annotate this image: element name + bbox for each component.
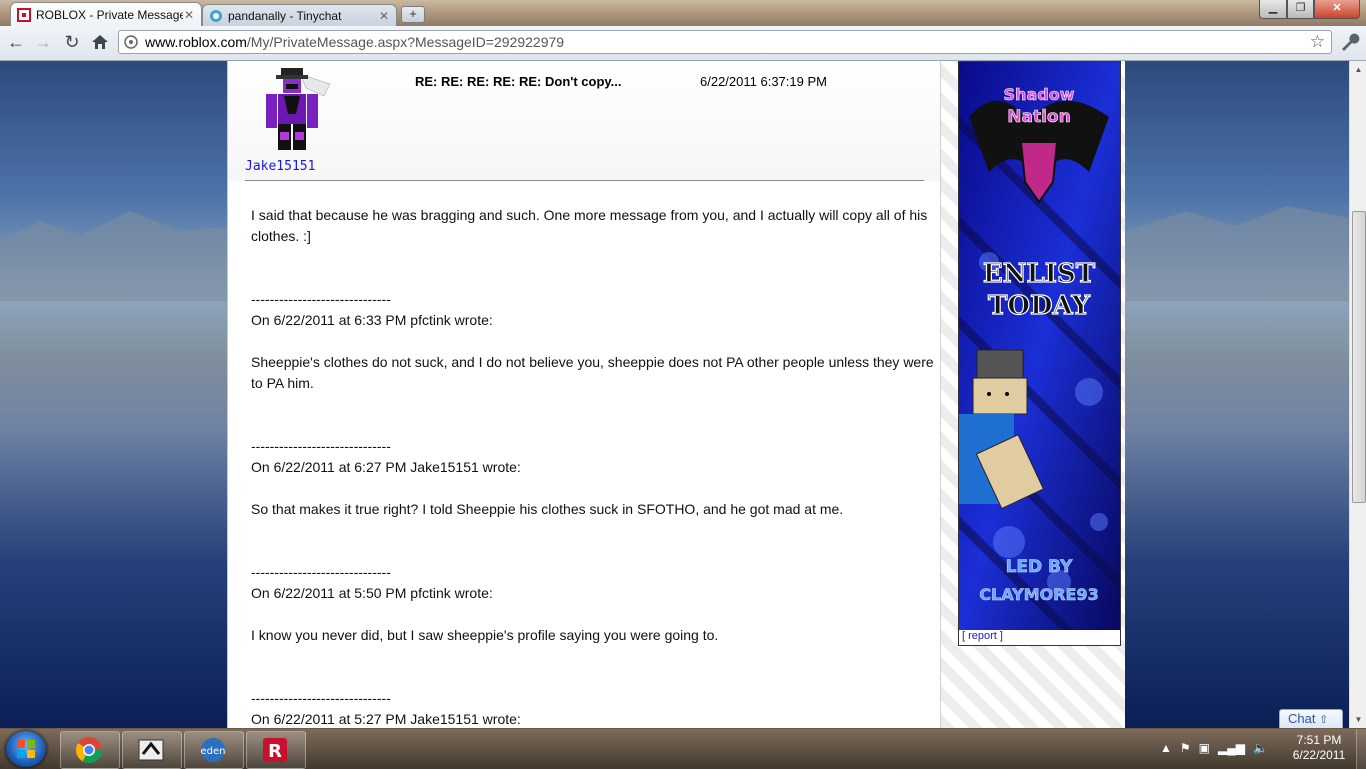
right-sidebar: Shadow Nation ENLIST TODAY LED BY CLAYMO… <box>940 61 1125 728</box>
taskbar-clock[interactable]: 7:51 PM 6/22/2011 <box>1284 733 1354 763</box>
advertisement-banner[interactable]: Shadow Nation ENLIST TODAY LED BY CLAYMO… <box>958 61 1121 646</box>
windows-taskbar: eden R ▲ ⚑ ▣ ▂▄▆ 🔈 7:51 PM 6/22/2011 <box>0 728 1366 769</box>
back-icon[interactable]: ← <box>5 31 27 53</box>
clock-date: 6/22/2011 <box>1292 748 1346 762</box>
background-mountains-left <box>0 211 240 301</box>
tab-tinychat[interactable]: pandanally - Tinychat ✕ <box>202 4 397 26</box>
close-window-button[interactable]: ✕ <box>1314 0 1360 19</box>
device-icon[interactable]: ▣ <box>1199 741 1210 757</box>
taskbar-eden[interactable]: eden <box>184 731 244 769</box>
quote-attribution: On 6/22/2011 at 6:27 PM Jake15151 wrote: <box>251 459 521 475</box>
minimize-button[interactable]: ▁ <box>1259 0 1287 19</box>
show-hidden-icons-icon[interactable]: ▲ <box>1160 741 1172 757</box>
chat-label: Chat <box>1288 711 1316 726</box>
quote-separator: ------------------------------ <box>251 564 391 580</box>
quote-attribution: On 6/22/2011 at 5:27 PM Jake15151 wrote: <box>251 711 521 727</box>
roblox-favicon-icon <box>17 7 31 22</box>
address-bar[interactable]: www.roblox.com/My/PrivateMessage.aspx?Me… <box>118 30 1332 54</box>
tab-close-icon[interactable]: ✕ <box>378 9 390 23</box>
show-desktop-button[interactable] <box>1356 729 1366 769</box>
ad-text-nation: Nation <box>1007 107 1070 127</box>
page-viewport: Jake15151 RE: RE: RE: RE: RE: Don't copy… <box>0 61 1349 728</box>
maximize-button[interactable]: ❐ <box>1287 0 1314 19</box>
message-date: 6/22/2011 6:37:19 PM <box>700 74 827 89</box>
tab-title: ROBLOX - Private Message <box>36 7 183 22</box>
taskbar-roblox[interactable]: R <box>246 731 306 769</box>
body-paragraph: I know you never did, but I saw sheeppie… <box>251 627 719 643</box>
chat-button[interactable]: Chat ⇧ <box>1279 709 1343 728</box>
system-tray: ▲ ⚑ ▣ ▂▄▆ 🔈 <box>1160 741 1268 757</box>
windows-logo-icon <box>17 740 35 758</box>
quote-attribution: On 6/22/2011 at 5:50 PM pfctink wrote: <box>251 585 493 601</box>
sender-link[interactable]: Jake15151 <box>245 159 315 174</box>
browser-toolbar: ← → ↻ www.roblox.com/My/PrivateMessage.a… <box>0 26 1366 61</box>
report-ad-link[interactable]: [ report ] <box>962 630 1003 642</box>
svg-text:R: R <box>268 741 282 762</box>
ad-text-today: TODAY <box>988 291 1090 321</box>
scroll-up-icon[interactable]: ▲ <box>1350 61 1366 78</box>
chrome-icon <box>75 737 103 764</box>
network-signal-icon[interactable]: ▂▄▆ <box>1218 741 1245 757</box>
ad-text-claymore: CLAYMORE93 <box>979 585 1098 604</box>
ad-text-enlist: ENLIST <box>983 259 1096 289</box>
quote-separator: ------------------------------ <box>251 291 391 307</box>
ad-text-shadow: Shadow <box>1004 85 1075 104</box>
header-divider <box>245 180 924 181</box>
body-paragraph: I said that because he was bragging and … <box>251 207 928 244</box>
clock-time: 7:51 PM <box>1296 733 1342 747</box>
bookmark-star-icon[interactable]: ☆ <box>1310 32 1325 52</box>
app-icon <box>138 739 164 761</box>
sender-avatar[interactable] <box>266 66 332 152</box>
body-paragraph: Sheeppie's clothes do not suck, and I do… <box>251 354 934 391</box>
chat-expand-icon: ⇧ <box>1319 714 1329 726</box>
quote-separator: ------------------------------ <box>251 438 391 454</box>
window-controls: ▁ ❐ ✕ <box>1259 0 1360 19</box>
eden-icon: eden <box>201 738 226 762</box>
start-button[interactable] <box>6 731 46 767</box>
svg-text:eden: eden <box>201 746 226 757</box>
tab-close-icon[interactable]: ✕ <box>183 8 195 22</box>
scroll-down-icon[interactable]: ▼ <box>1350 711 1366 728</box>
message-subject: RE: RE: RE: RE: RE: Don't copy... <box>415 74 622 89</box>
quote-separator: ------------------------------ <box>251 690 391 706</box>
action-center-flag-icon[interactable]: ⚑ <box>1180 741 1191 757</box>
wrench-menu-icon[interactable] <box>1338 31 1360 53</box>
scroll-thumb[interactable] <box>1352 211 1366 503</box>
tinychat-favicon-icon <box>210 9 222 22</box>
volume-icon[interactable]: 🔈 <box>1253 741 1268 757</box>
home-icon[interactable] <box>89 31 111 53</box>
background-mountains-right <box>1126 206 1349 301</box>
tab-roblox-private-message[interactable]: ROBLOX - Private Message ✕ <box>10 2 202 26</box>
browser-titlebar: ROBLOX - Private Message ✕ pandanally - … <box>0 0 1366 26</box>
page-icon <box>124 35 138 49</box>
new-tab-button[interactable]: + <box>401 6 425 23</box>
body-paragraph: So that makes it true right? I told Shee… <box>251 501 844 517</box>
url-text: www.roblox.com/My/PrivateMessage.aspx?Me… <box>145 34 565 50</box>
reload-icon[interactable]: ↻ <box>61 31 83 53</box>
taskbar-chrome[interactable] <box>60 731 120 769</box>
vertical-scrollbar[interactable]: ▲ ▼ <box>1349 61 1366 728</box>
taskbar-app-2[interactable] <box>122 731 182 769</box>
tab-title: pandanally - Tinychat <box>228 8 342 23</box>
roblox-icon: R <box>263 738 287 762</box>
message-panel: Jake15151 RE: RE: RE: RE: RE: Don't copy… <box>227 61 941 728</box>
ad-text-led-by: LED BY <box>1006 557 1074 577</box>
forward-icon[interactable]: → <box>32 31 54 53</box>
message-body: I said that because he was bragging and … <box>251 205 941 728</box>
quote-attribution: On 6/22/2011 at 6:33 PM pfctink wrote: <box>251 312 493 328</box>
